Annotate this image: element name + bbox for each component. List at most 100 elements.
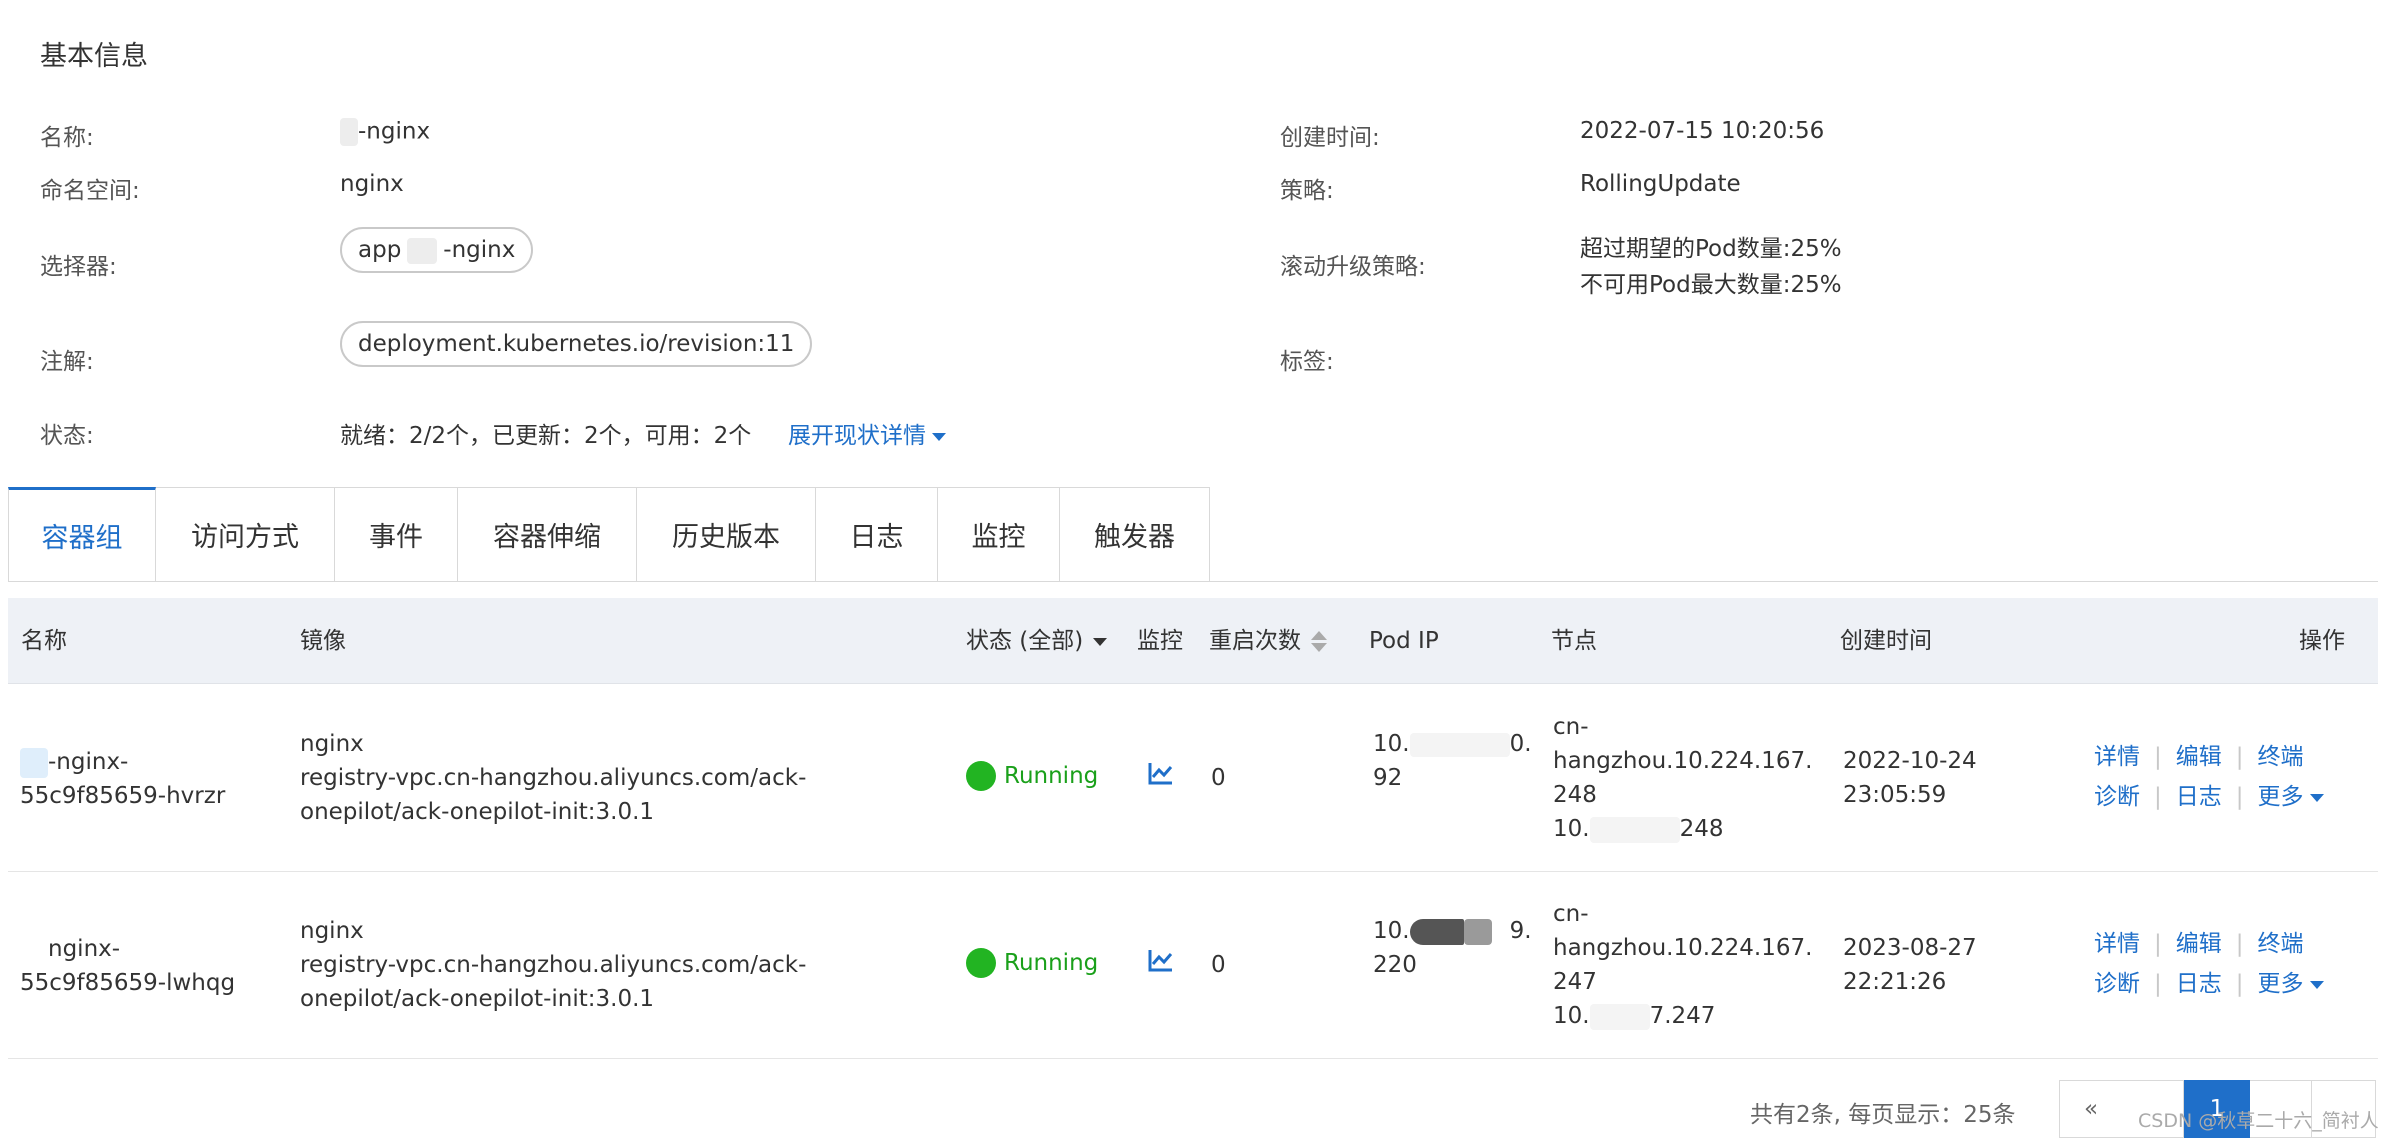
rolling-update-label: 滚动升级策略:: [1280, 254, 1426, 280]
separator: |: [2154, 744, 2162, 770]
th-pod-ip: Pod IP: [1369, 628, 1439, 654]
running-dot-icon: [966, 761, 996, 791]
diagnose-link[interactable]: 诊断: [2094, 971, 2140, 997]
detail-link[interactable]: 详情: [2094, 931, 2140, 957]
node-link-line2[interactable]: hangzhou.10.224.167.: [1553, 744, 1812, 778]
logs-link[interactable]: 日志: [2176, 971, 2222, 997]
pod-name-link[interactable]: nginx-: [20, 932, 120, 966]
pod-created-date: 2023-08-27: [1843, 935, 1977, 961]
caret-down-icon: [1093, 637, 1108, 646]
monitor-chart-icon[interactable]: [1148, 948, 1174, 982]
pod-ip: 10. 9.: [1373, 918, 1532, 945]
expand-status-link[interactable]: 展开现状详情: [788, 416, 946, 450]
prev-page-button[interactable]: «: [2059, 1080, 2123, 1138]
pod-created-time: 23:05:59: [1843, 782, 1947, 808]
created-value: 2022-07-15 10:20:56: [1580, 118, 1825, 144]
th-created: 创建时间: [1840, 628, 1932, 654]
namespace-label: 命名空间:: [40, 178, 140, 204]
monitor-chart-icon[interactable]: [1148, 761, 1174, 795]
rolling-update-unavailable: 不可用Pod最大数量:25%: [1580, 272, 1842, 298]
tab-scaling[interactable]: 容器伸缩: [458, 487, 637, 582]
separator: |: [2235, 784, 2244, 810]
logs-link[interactable]: 日志: [2176, 784, 2222, 810]
annotation-tag: deployment.kubernetes.io/revision:11: [340, 321, 813, 367]
node-link[interactable]: cn-: [1553, 897, 1589, 931]
separator: |: [2154, 931, 2162, 957]
more-dropdown[interactable]: 更多: [2258, 971, 2324, 997]
selector-tag: app -nginx: [340, 227, 534, 273]
tags-label: 标签:: [1280, 349, 1334, 375]
diagnose-link[interactable]: 诊断: [2094, 784, 2140, 810]
strategy-label: 策略:: [1280, 178, 1334, 204]
separator: |: [2154, 784, 2162, 810]
th-name: 名称: [21, 628, 67, 654]
restart-count: 0: [1211, 952, 1226, 978]
th-image: 镜像: [300, 628, 346, 654]
pod-ip-line2: 220: [1373, 952, 1417, 978]
tab-logs[interactable]: 日志: [816, 487, 938, 582]
th-status[interactable]: 状态 (全部): [966, 598, 1108, 684]
namespace-value: nginx: [340, 171, 404, 197]
pod-ip-line2: 92: [1373, 765, 1403, 791]
pagination-summary: 共有2条, 每页显示：25条: [1750, 1102, 2016, 1128]
restart-count: 0: [1211, 765, 1226, 791]
sort-icon: [1311, 631, 1327, 652]
section-title-basic-info: 基本信息: [40, 41, 148, 72]
status-label: 状态:: [40, 423, 94, 449]
annotation-label: 注解:: [40, 349, 94, 375]
watermark-text: CSDN @秋草二十六_简衬人: [2138, 1110, 2379, 1132]
rolling-update-surge: 超过期望的Pod数量:25%: [1580, 236, 1842, 262]
node-link-line3[interactable]: 247: [1553, 965, 1597, 999]
image-init-line2: onepilot/ack-onepilot-init:3.0.1: [300, 986, 655, 1012]
tab-triggers[interactable]: 触发器: [1060, 487, 1210, 582]
terminal-link[interactable]: 终端: [2258, 744, 2304, 770]
image-main: nginx: [300, 918, 364, 944]
th-actions: 操作: [2299, 628, 2345, 654]
strategy-value: RollingUpdate: [1580, 171, 1741, 197]
node-link-line2[interactable]: hangzhou.10.224.167.: [1553, 931, 1812, 965]
terminal-link[interactable]: 终端: [2258, 931, 2304, 957]
node-link[interactable]: cn-: [1553, 710, 1589, 744]
pod-created-date: 2022-10-24: [1843, 748, 1977, 774]
row-divider: [8, 1058, 2378, 1059]
image-init-line2: onepilot/ack-onepilot-init:3.0.1: [300, 799, 655, 825]
image-init: registry-vpc.cn-hangzhou.aliyuncs.com/ac…: [300, 952, 807, 978]
chevron-down-icon: [932, 432, 946, 441]
tab-bar: 容器组 访问方式 事件 容器伸缩 历史版本 日志 监控 触发器: [8, 487, 1210, 582]
pod-created-time: 22:21:26: [1843, 969, 1947, 995]
tabs-divider: [8, 581, 2378, 582]
pod-name-link-line2[interactable]: 55c9f85659-hvrzr: [20, 779, 225, 813]
row-actions: 详情 | 编辑 | 终端: [2094, 924, 2304, 964]
pod-name-link-line2[interactable]: 55c9f85659-lwhqg: [20, 966, 235, 1000]
row-actions-2: 诊断 | 日志 | 更多: [2094, 964, 2324, 1004]
th-restarts[interactable]: 重启次数: [1209, 598, 1327, 684]
node-ip: 10. 7.247: [1553, 1003, 1716, 1030]
row-actions-2: 诊断 | 日志 | 更多: [2094, 777, 2324, 817]
running-dot-icon: [966, 948, 996, 978]
table-header: 名称 镜像 状态 (全部) 监控 重启次数 Pod IP 节点 创建时间 操作: [8, 598, 2378, 684]
chevron-down-icon: [2309, 793, 2324, 802]
more-dropdown[interactable]: 更多: [2258, 784, 2324, 810]
status-summary: 就绪：2/2个，已更新：2个，可用：2个: [340, 423, 752, 449]
image-main: nginx: [300, 731, 364, 757]
selector-label: 选择器:: [40, 254, 117, 280]
name-value: -nginx: [340, 118, 430, 146]
tab-events[interactable]: 事件: [335, 487, 458, 582]
tab-monitor[interactable]: 监控: [938, 487, 1060, 582]
tab-pods[interactable]: 容器组: [8, 487, 156, 582]
name-label: 名称:: [40, 125, 94, 151]
pod-name-link[interactable]: -nginx-: [20, 745, 128, 779]
detail-link[interactable]: 详情: [2094, 744, 2140, 770]
status-badge: Running: [966, 761, 1098, 791]
node-link-line3[interactable]: 248: [1553, 778, 1597, 812]
separator: |: [2235, 744, 2244, 770]
edit-link[interactable]: 编辑: [2176, 744, 2222, 770]
tab-access[interactable]: 访问方式: [156, 487, 335, 582]
separator: |: [2235, 931, 2244, 957]
row-actions: 详情 | 编辑 | 终端: [2094, 737, 2304, 777]
image-init: registry-vpc.cn-hangzhou.aliyuncs.com/ac…: [300, 765, 807, 791]
edit-link[interactable]: 编辑: [2176, 931, 2222, 957]
chevron-down-icon: [2309, 980, 2324, 989]
status-badge: Running: [966, 948, 1098, 978]
tab-history[interactable]: 历史版本: [637, 487, 816, 582]
